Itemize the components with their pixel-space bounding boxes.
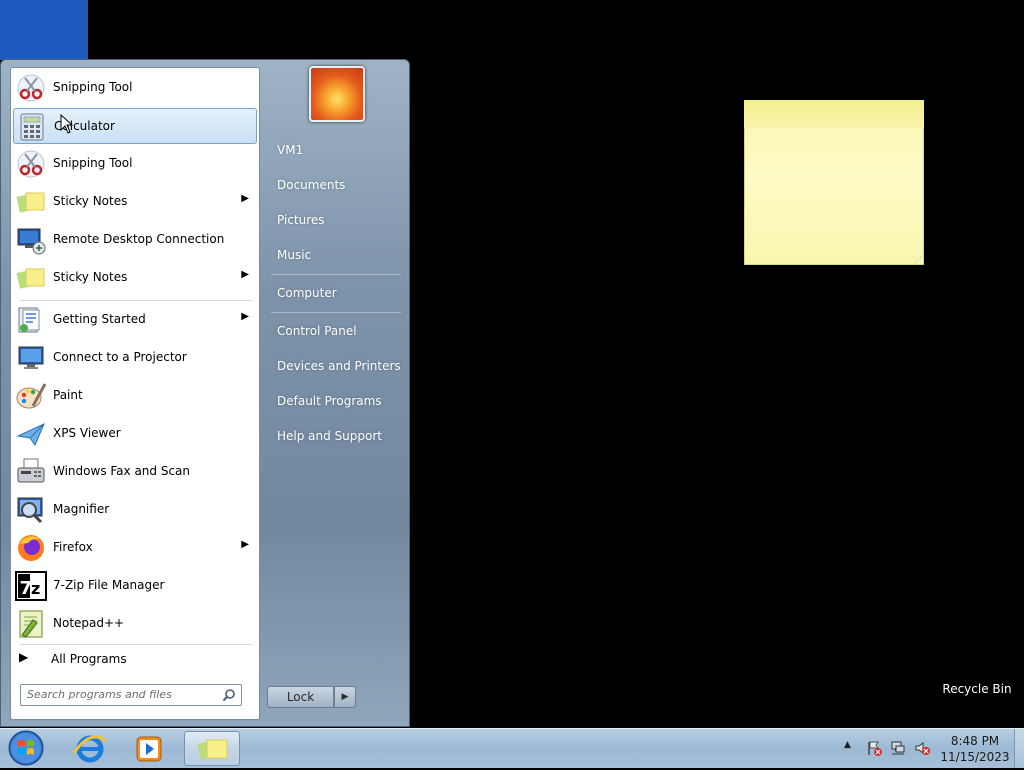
program-label: Snipping Tool bbox=[53, 80, 133, 94]
right-item-computer[interactable]: Computer bbox=[277, 286, 337, 300]
program-label: Sticky Notes bbox=[53, 270, 128, 284]
calculator-icon bbox=[20, 113, 44, 141]
program-snipping-tool-2[interactable]: Snipping Tool bbox=[13, 146, 257, 182]
search-icon[interactable] bbox=[222, 688, 236, 702]
program-label: Magnifier bbox=[53, 502, 110, 516]
clock[interactable]: 8:48 PM 11/15/2023 bbox=[940, 733, 1010, 765]
submenu-arrow-icon[interactable]: ▶ bbox=[241, 311, 249, 322]
program-label: Connect to a Projector bbox=[53, 350, 187, 364]
program-label: Firefox bbox=[53, 540, 93, 554]
sticky-note-titlebar[interactable] bbox=[744, 100, 924, 128]
resize-grip-icon[interactable]: ⋰ bbox=[914, 255, 922, 264]
volume-muted-icon[interactable] bbox=[914, 740, 930, 756]
program-firefox[interactable]: Firefox ▶ bbox=[13, 530, 257, 566]
separator bbox=[19, 644, 251, 645]
clock-time: 8:48 PM bbox=[950, 734, 1000, 748]
start-button-icon[interactable] bbox=[6, 729, 46, 767]
submenu-arrow-icon[interactable]: ▶ bbox=[241, 539, 249, 550]
lock-button[interactable]: Lock bbox=[267, 686, 334, 708]
right-item-documents[interactable]: Documents bbox=[277, 178, 345, 192]
sticky-notes-icon bbox=[197, 739, 228, 760]
mouse-cursor-icon bbox=[60, 114, 74, 134]
program-label: Paint bbox=[53, 388, 83, 402]
taskbar-media-player[interactable] bbox=[122, 731, 178, 766]
search-box[interactable] bbox=[20, 684, 242, 706]
getting-started-icon bbox=[18, 307, 40, 333]
program-label: Notepad++ bbox=[53, 616, 125, 630]
right-item-user[interactable]: VM1 bbox=[277, 143, 303, 157]
program-label: Sticky Notes bbox=[53, 194, 128, 208]
firefox-icon bbox=[18, 535, 44, 561]
separator bbox=[271, 312, 401, 313]
7zip-icon: 7 z bbox=[15, 571, 47, 601]
shutdown-options-arrow-icon[interactable]: ▶ bbox=[334, 686, 356, 708]
right-item-help-support[interactable]: Help and Support bbox=[277, 429, 382, 443]
separator bbox=[271, 274, 401, 275]
programs-pane: Snipping Tool Calculator Snipping Tool S… bbox=[10, 67, 260, 720]
submenu-arrow-icon[interactable]: ▶ bbox=[241, 269, 249, 280]
right-item-pictures[interactable]: Pictures bbox=[277, 213, 325, 227]
program-sticky-notes-2[interactable]: Sticky Notes ▶ bbox=[13, 260, 257, 296]
media-player-icon bbox=[136, 736, 162, 762]
clock-date: 11/15/2023 bbox=[940, 750, 1010, 764]
desktop-background-fragment bbox=[0, 0, 88, 60]
notepadpp-icon bbox=[19, 610, 43, 638]
right-item-default-programs[interactable]: Default Programs bbox=[277, 394, 382, 408]
program-calculator[interactable]: Calculator bbox=[13, 108, 257, 144]
program-label: 7-Zip File Manager bbox=[53, 578, 165, 592]
all-programs-label: All Programs bbox=[51, 652, 127, 666]
scissors-icon bbox=[17, 150, 45, 178]
svg-text:z: z bbox=[31, 579, 40, 598]
right-item-music[interactable]: Music bbox=[277, 248, 311, 262]
fax-scan-icon bbox=[17, 458, 45, 483]
network-icon[interactable] bbox=[890, 740, 906, 756]
taskbar-sticky-notes[interactable] bbox=[184, 731, 240, 766]
sticky-notes-icon bbox=[16, 268, 45, 289]
scissors-icon bbox=[17, 74, 45, 102]
right-item-control-panel[interactable]: Control Panel bbox=[277, 324, 357, 338]
program-sticky-notes[interactable]: Sticky Notes ▶ bbox=[13, 184, 257, 220]
recycle-bin-label[interactable]: Recycle Bin bbox=[940, 682, 1014, 696]
taskbar-internet-explorer[interactable] bbox=[62, 731, 118, 766]
program-label: Windows Fax and Scan bbox=[53, 464, 191, 478]
sticky-note-window[interactable]: ⋰ bbox=[744, 100, 924, 265]
remote-desktop-icon bbox=[17, 228, 46, 255]
paint-icon bbox=[16, 383, 47, 409]
program-label: XPS Viewer bbox=[53, 426, 121, 440]
program-remote-desktop[interactable]: Remote Desktop Connection bbox=[13, 222, 257, 258]
expand-arrow-icon: ▶ bbox=[19, 650, 29, 664]
search-input[interactable] bbox=[27, 688, 213, 701]
program-paint[interactable]: Paint bbox=[13, 378, 257, 414]
program-fax-scan[interactable]: Windows Fax and Scan bbox=[13, 454, 257, 490]
program-connect-projector[interactable]: Connect to a Projector bbox=[13, 340, 257, 376]
submenu-arrow-icon[interactable]: ▶ bbox=[241, 193, 249, 204]
program-label: Getting Started bbox=[53, 312, 146, 326]
sticky-notes-icon bbox=[16, 192, 45, 213]
start-menu: Snipping Tool Calculator Snipping Tool S… bbox=[0, 59, 410, 727]
show-desktop-button[interactable] bbox=[1014, 729, 1024, 768]
program-getting-started[interactable]: Getting Started ▶ bbox=[13, 302, 257, 338]
magnifier-icon bbox=[17, 497, 43, 524]
program-7zip[interactable]: 7 z 7-Zip File Manager bbox=[13, 568, 257, 604]
show-hidden-icons-arrow-icon[interactable]: ▲ bbox=[844, 740, 851, 750]
internet-explorer-icon bbox=[72, 735, 107, 763]
program-xps-viewer[interactable]: XPS Viewer bbox=[13, 416, 257, 452]
all-programs-button[interactable]: ▶ All Programs bbox=[13, 649, 257, 671]
user-avatar[interactable] bbox=[309, 66, 365, 122]
program-magnifier[interactable]: Magnifier bbox=[13, 492, 257, 528]
program-notepadpp[interactable]: Notepad++ bbox=[13, 606, 257, 642]
right-item-devices-printers[interactable]: Devices and Printers bbox=[277, 359, 401, 373]
program-label: Remote Desktop Connection bbox=[53, 232, 225, 246]
xps-viewer-icon bbox=[16, 423, 45, 447]
program-label: Snipping Tool bbox=[53, 156, 133, 170]
projector-icon bbox=[18, 346, 44, 369]
action-center-flag-icon[interactable] bbox=[866, 740, 882, 756]
program-snipping-tool[interactable]: Snipping Tool bbox=[13, 70, 257, 106]
separator bbox=[19, 300, 251, 301]
